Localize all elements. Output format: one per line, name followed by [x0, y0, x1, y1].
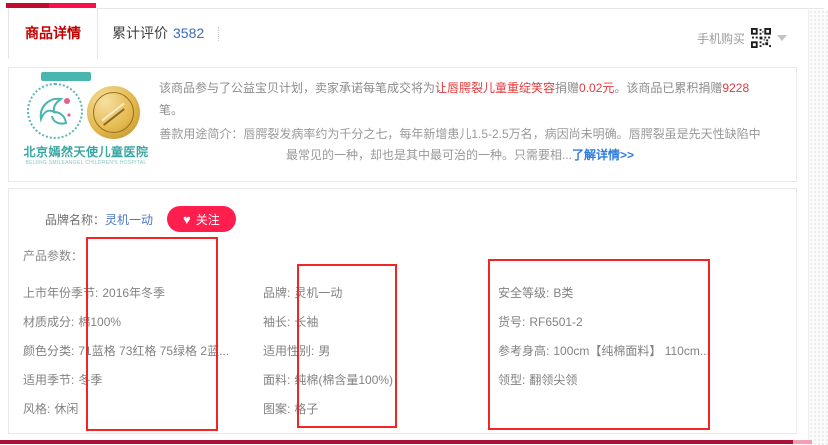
page-right-gutter	[808, 10, 828, 445]
charity-text: 该商品参与了公益宝贝计划，卖家承诺每笔成交将为让唇腭裂儿童重绽笑容捐赠0.02元…	[159, 77, 761, 166]
angel-emblem-icon	[27, 83, 83, 139]
hospital-logo: 北京嫣然天使儿童医院 BEIJING SMILEANGEL CHILDREN'S…	[21, 72, 151, 172]
charity-section: 北京嫣然天使儿童医院 BEIJING SMILEANGEL CHILDREN'S…	[8, 67, 797, 182]
learn-more-link[interactable]: 了解详情>>	[572, 148, 634, 162]
tab-reviews-label: 累计评价	[112, 25, 168, 41]
charity-pledge-line: 该商品参与了公益宝贝计划，卖家承诺每笔成交将为让唇腭裂儿童重绽笑容捐赠0.02元…	[159, 77, 761, 121]
heart-icon: ♥	[183, 213, 191, 226]
pledge-text: 捐赠	[555, 81, 579, 95]
annotation-box-3	[488, 259, 710, 430]
brand-name-link[interactable]: 灵机一动	[105, 211, 153, 228]
fund-intro-text: 善款用途简介：唇腭裂发病率约为千分之七，每年新增患儿1.5-2.5万名，病因尚未…	[159, 127, 760, 162]
qr-code-icon	[751, 28, 771, 48]
hospital-name-en: BEIJING SMILEANGEL CHILDREN'S HOSPITAL	[21, 160, 151, 166]
pledge-cause-highlight: 让唇腭裂儿童重绽笑容	[435, 81, 555, 95]
pledge-amount-highlight: 0.02元	[579, 81, 614, 95]
charity-fund-intro: 善款用途简介：唇腭裂发病率约为千分之七，每年新增患儿1.5-2.5万名，病因尚未…	[159, 124, 761, 166]
pledge-text: 。该商品已累积捐赠	[614, 81, 722, 95]
annotation-box-1	[86, 237, 218, 431]
tab-reviews[interactable]: 累计评价 3582	[112, 8, 204, 59]
gold-medal-icon	[87, 86, 140, 139]
bottom-red-bar-highlight	[793, 440, 812, 444]
mobile-buy-label: 手机购买	[697, 30, 745, 47]
param-label: 颜色分类:	[23, 344, 74, 358]
annotation-box-2	[297, 264, 397, 428]
params-title: 产品参数：	[23, 247, 83, 264]
chevron-down-icon	[777, 35, 787, 41]
param-label: 风格:	[23, 402, 50, 416]
bottom-red-bar	[0, 440, 812, 444]
follow-button[interactable]: ♥ 关注	[167, 206, 236, 232]
pledge-text: 该商品参与了公益宝贝计划，卖家承诺每笔成交将为	[159, 81, 435, 95]
pledge-count-highlight: 9228	[722, 81, 749, 95]
param-label: 品牌:	[263, 286, 290, 300]
pledge-text: 笔。	[159, 103, 183, 117]
follow-button-label: 关注	[196, 211, 220, 228]
param-value: 休闲	[54, 402, 78, 416]
logo-ribbon	[41, 72, 91, 81]
brand-label: 品牌名称：	[45, 211, 105, 228]
param-label: 材质成分:	[23, 315, 74, 329]
tab-product-detail[interactable]: 商品详情	[8, 8, 98, 59]
param-label: 适用季节:	[23, 373, 74, 387]
tab-separator	[218, 27, 219, 41]
param-label: 图案:	[263, 402, 290, 416]
param-label: 面料:	[263, 373, 290, 387]
param-label: 袖长:	[263, 315, 290, 329]
brand-row: 品牌名称： 灵机一动 ♥ 关注	[45, 205, 236, 233]
reviews-count: 3582	[173, 25, 204, 41]
mobile-buy-dropdown[interactable]: 手机购买	[697, 27, 787, 49]
hospital-name-cn: 北京嫣然天使儿童医院	[21, 143, 151, 160]
